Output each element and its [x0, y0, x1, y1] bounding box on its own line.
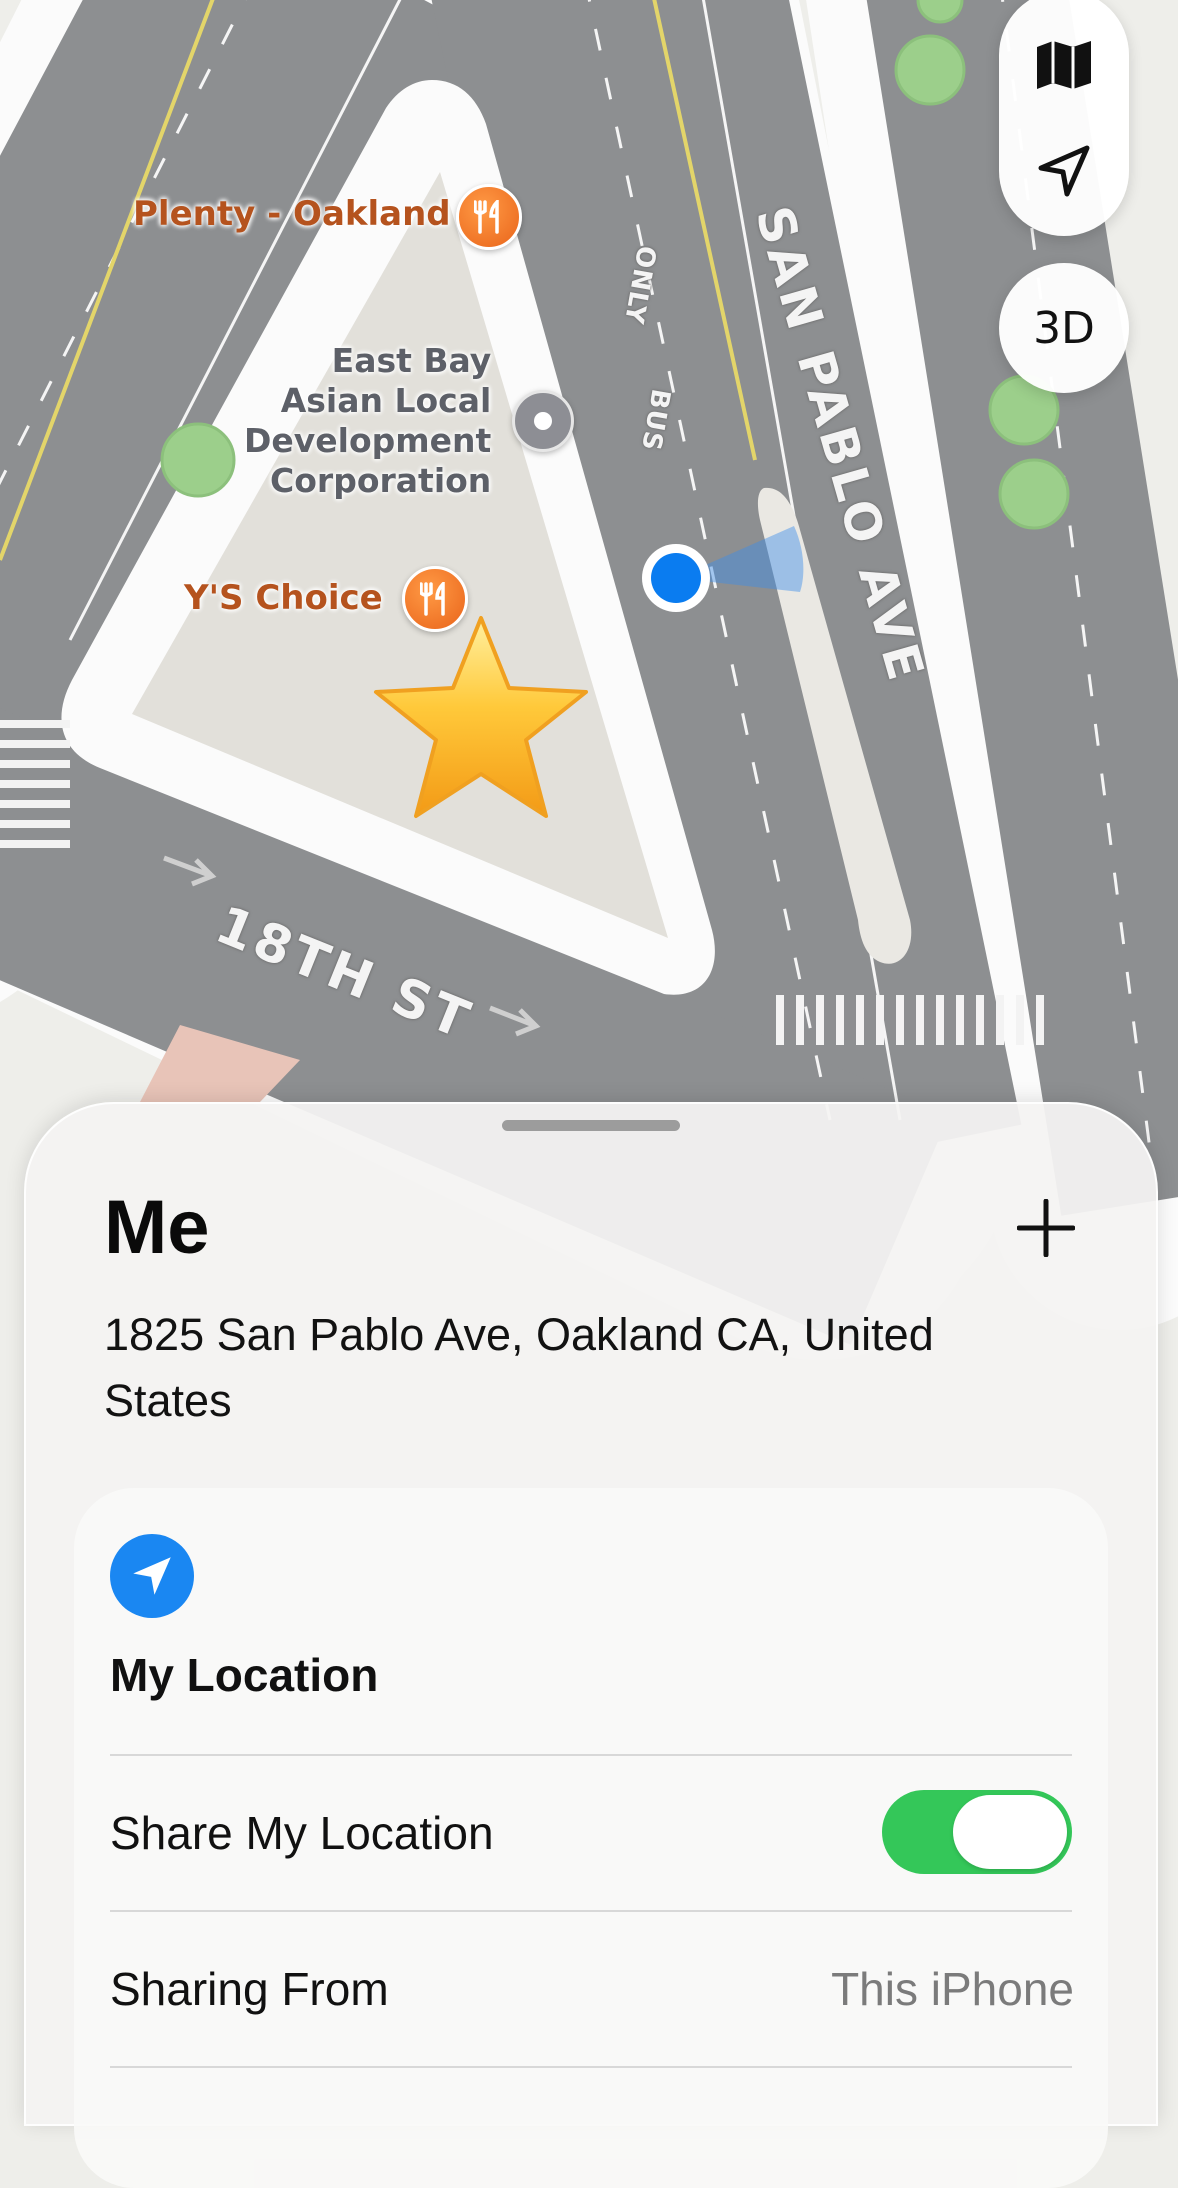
poi-label-line: East Bay [331, 341, 492, 380]
poi-label-line: Corporation [270, 461, 492, 500]
map-controls [999, 0, 1129, 236]
location-badge [110, 1534, 194, 1618]
restaurant-pin-icon[interactable] [456, 184, 522, 250]
poi-label-east-bay[interactable]: East Bay Asian Local Development Corpora… [244, 341, 491, 501]
plus-icon [1017, 1199, 1075, 1257]
poi-label-ys-choice[interactable]: Y'S Choice [184, 578, 383, 618]
sharing-from-value[interactable]: This iPhone [831, 1962, 1074, 2016]
location-arrow-icon [1038, 145, 1090, 197]
current-location-button[interactable] [999, 116, 1129, 226]
current-address: 1825 San Pablo Ave, Oakland CA, United S… [104, 1309, 934, 1426]
share-location-label: Share My Location [110, 1807, 494, 1859]
divider [110, 1754, 1072, 1756]
add-button[interactable] [1006, 1188, 1086, 1268]
sheet-title: Me [104, 1185, 210, 1270]
my-location-heading: My Location [110, 1649, 379, 1701]
favorite-star-icon[interactable] [368, 612, 594, 828]
poi-label-line: Asian Local [280, 381, 492, 420]
organization-pin-icon[interactable] [512, 390, 574, 452]
divider [110, 1910, 1072, 1912]
map-icon [1037, 41, 1091, 89]
poi-label-plenty[interactable]: Plenty - Oakland [133, 194, 451, 234]
location-arrow-icon [133, 1557, 171, 1595]
3d-button[interactable]: 3D [999, 263, 1129, 393]
poi-label-line: Development [244, 421, 492, 460]
my-location-card: My Location Share My Location Sharing Fr… [74, 1488, 1108, 2188]
me-sheet: Me 1825 San Pablo Ave, Oakland CA, Unite… [24, 1102, 1158, 2188]
divider [110, 2066, 1072, 2068]
toggle-knob [953, 1795, 1067, 1869]
sheet-grabber[interactable] [502, 1120, 680, 1131]
share-location-toggle[interactable] [882, 1790, 1072, 1874]
user-location-dot[interactable] [651, 553, 701, 603]
map-mode-button[interactable] [999, 10, 1129, 120]
sharing-from-label: Sharing From [110, 1963, 389, 2015]
